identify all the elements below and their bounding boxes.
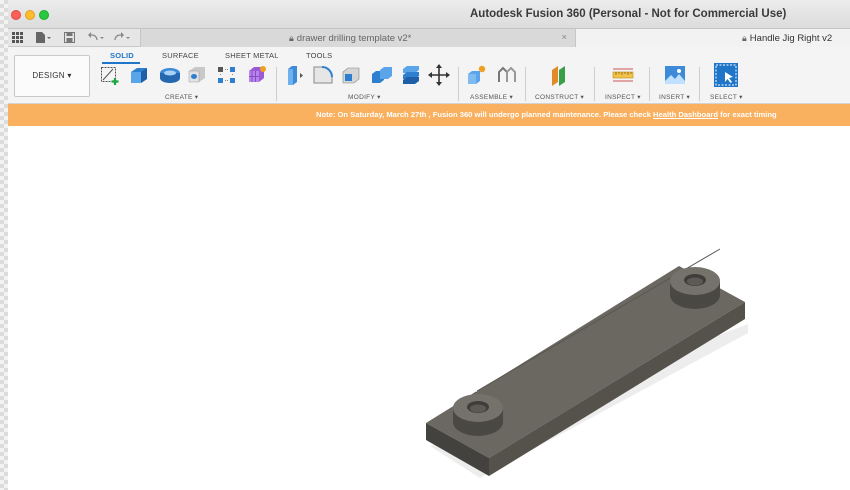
tab-surface[interactable]: SURFACE bbox=[162, 51, 199, 60]
left-counterbore-boss[interactable] bbox=[453, 394, 503, 436]
ribbon-toolbar: DESIGN ▾ SOLID SURFACE SHEET METAL TOOLS… bbox=[0, 47, 850, 104]
workspace-switcher[interactable]: DESIGN ▾ bbox=[14, 55, 90, 97]
insert-image-icon[interactable] bbox=[664, 64, 686, 86]
model-view[interactable] bbox=[0, 126, 850, 490]
right-counterbore-boss[interactable] bbox=[670, 267, 720, 309]
construct-group-label[interactable]: CONSTRUCT ▾ bbox=[535, 93, 584, 101]
tab-solid[interactable]: SOLID bbox=[110, 51, 134, 60]
redo-icon[interactable] bbox=[114, 32, 132, 46]
tab-label: Handle Jig Right v2 bbox=[749, 33, 833, 44]
create-group-label[interactable]: CREATE ▾ bbox=[165, 93, 198, 101]
pattern-icon[interactable] bbox=[216, 64, 238, 86]
measure-icon[interactable] bbox=[612, 64, 634, 86]
shell-icon[interactable] bbox=[340, 64, 362, 86]
revolve-icon[interactable] bbox=[158, 64, 180, 86]
viewport-canvas[interactable] bbox=[0, 126, 850, 490]
notice-text-tail: for exact timing bbox=[718, 110, 777, 119]
select-icon[interactable] bbox=[713, 62, 739, 88]
group-divider bbox=[525, 67, 526, 101]
press-pull-icon[interactable] bbox=[284, 64, 306, 86]
undo-icon[interactable] bbox=[88, 32, 106, 46]
group-divider bbox=[458, 67, 459, 101]
tab-bar: 🔒︎ drawer drilling template v2* × 🔒︎ Handl… bbox=[0, 29, 850, 47]
window-title: Autodesk Fusion 360 (Personal - Not for … bbox=[470, 8, 787, 20]
tab-tools[interactable]: TOOLS bbox=[306, 51, 332, 60]
inspect-group-label[interactable]: INSPECT ▾ bbox=[605, 93, 641, 101]
assemble-group-label[interactable]: ASSEMBLE ▾ bbox=[470, 93, 513, 101]
health-dashboard-link[interactable]: Health Dashboard bbox=[653, 110, 718, 119]
minimize-window-button[interactable] bbox=[25, 10, 35, 20]
group-divider bbox=[594, 67, 595, 101]
transparency-strip bbox=[0, 0, 8, 490]
create-form-icon[interactable] bbox=[246, 64, 268, 86]
group-divider bbox=[649, 67, 650, 101]
group-divider bbox=[699, 67, 700, 101]
save-icon[interactable] bbox=[64, 32, 75, 46]
tab-sheet-metal[interactable]: SHEET METAL bbox=[225, 51, 279, 60]
close-tab-button[interactable]: × bbox=[561, 29, 567, 47]
lock-icon: 🔒︎ bbox=[742, 33, 747, 43]
maximize-window-button[interactable] bbox=[39, 10, 49, 20]
tab-label: drawer drilling template v2* bbox=[296, 33, 412, 44]
title-bar: Autodesk Fusion 360 (Personal - Not for … bbox=[0, 0, 850, 29]
joint-icon[interactable] bbox=[496, 64, 518, 86]
notice-text: Note: On Saturday, March 27th , Fusion 3… bbox=[316, 110, 654, 119]
modify-group-label[interactable]: MODIFY ▾ bbox=[348, 93, 381, 101]
close-window-button[interactable] bbox=[11, 10, 21, 20]
create-sketch-icon[interactable] bbox=[100, 64, 122, 86]
maintenance-notice: Note: On Saturday, March 27th , Fusion 3… bbox=[0, 104, 850, 126]
extrude-icon[interactable] bbox=[128, 64, 150, 86]
grid-icon[interactable] bbox=[12, 32, 23, 46]
group-divider bbox=[276, 67, 277, 101]
split-body-icon[interactable] bbox=[400, 64, 422, 86]
tab-handle-jig-right[interactable]: 🔒︎ Handle Jig Right v2 bbox=[576, 29, 850, 47]
combine-icon[interactable] bbox=[370, 64, 392, 86]
select-group-label[interactable]: SELECT ▾ bbox=[710, 93, 743, 101]
tab-drawer-drilling-template[interactable]: 🔒︎ drawer drilling template v2* × bbox=[140, 29, 576, 47]
lock-icon: 🔒︎ bbox=[289, 33, 294, 43]
hole-icon[interactable] bbox=[186, 64, 208, 86]
new-component-icon[interactable] bbox=[466, 64, 488, 86]
insert-group-label[interactable]: INSERT ▾ bbox=[659, 93, 690, 101]
fillet-icon[interactable] bbox=[312, 64, 334, 86]
offset-plane-icon[interactable] bbox=[548, 64, 570, 86]
move-icon[interactable] bbox=[428, 64, 450, 86]
file-icon[interactable] bbox=[35, 32, 51, 46]
